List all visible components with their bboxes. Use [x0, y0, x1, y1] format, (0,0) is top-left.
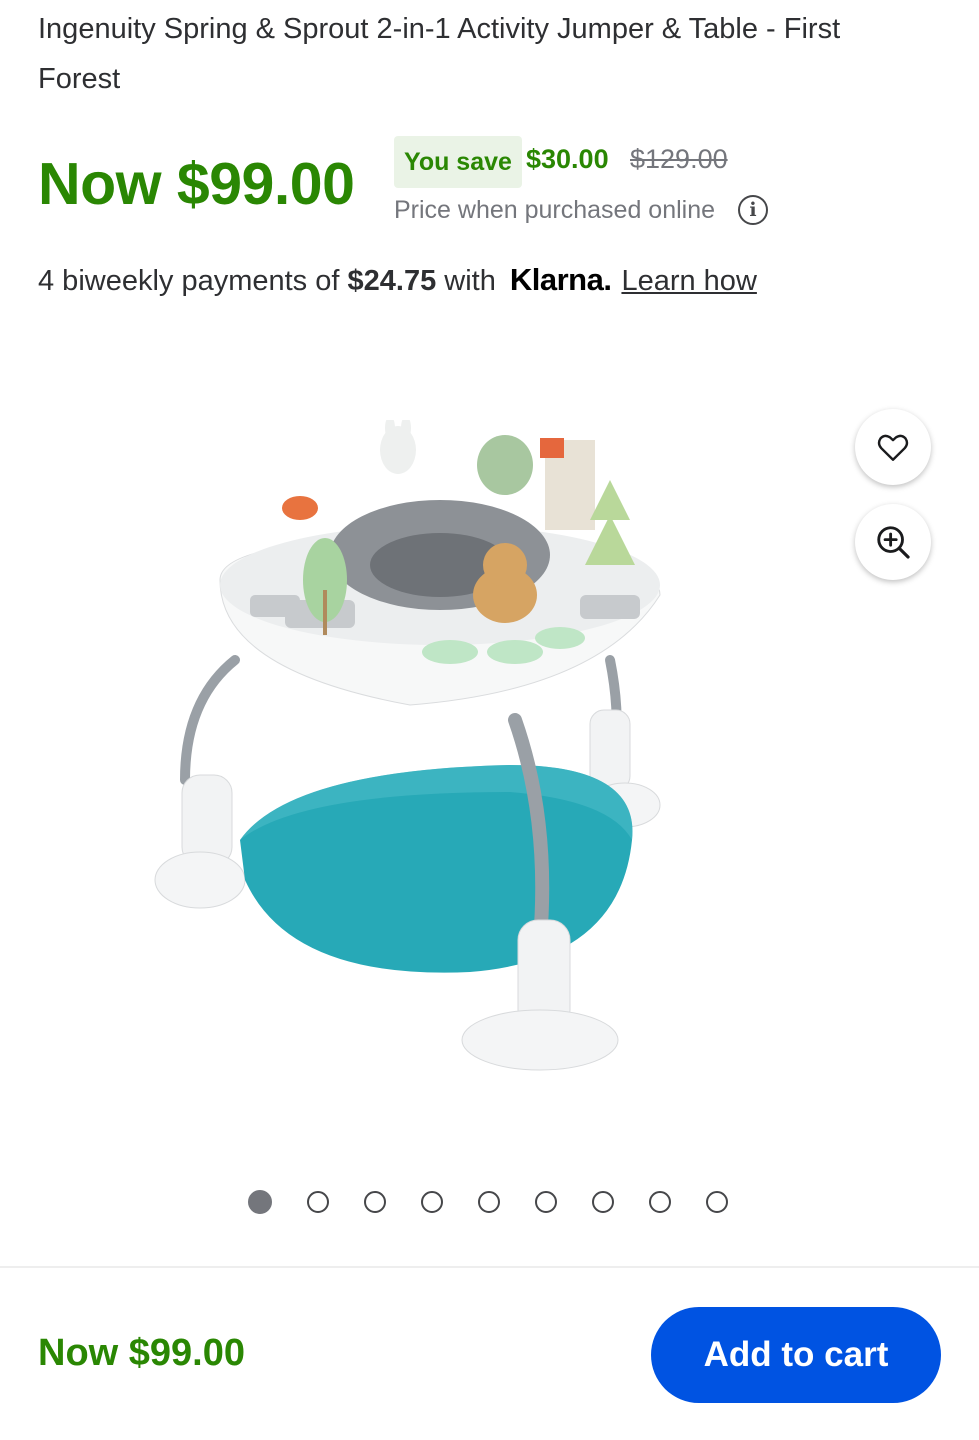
- footer-divider: [0, 1266, 979, 1268]
- footer-price: Now $99.00: [38, 1332, 245, 1374]
- klarna-logo: Klarna.: [509, 262, 612, 297]
- carousel-dot-3[interactable]: [364, 1191, 386, 1213]
- klarna-prefix: 4 biweekly payments of: [38, 265, 340, 297]
- price-note: Price when purchased online: [394, 196, 716, 224]
- favorite-button[interactable]: [855, 409, 931, 485]
- heart-icon: [877, 434, 909, 461]
- info-icon[interactable]: i: [738, 195, 768, 225]
- zoom-button[interactable]: [855, 504, 931, 580]
- add-to-cart-button[interactable]: Add to cart: [651, 1307, 941, 1403]
- product-image[interactable]: [140, 420, 680, 1100]
- was-price: $129.00: [630, 144, 728, 174]
- image-carousel-dots: [248, 1190, 763, 1214]
- you-save-badge: You save: [394, 136, 522, 188]
- carousel-dot-1[interactable]: [248, 1190, 272, 1214]
- klarna-with: with: [444, 265, 496, 297]
- carousel-dot-5[interactable]: [478, 1191, 500, 1213]
- carousel-dot-9[interactable]: [706, 1191, 728, 1213]
- carousel-dot-8[interactable]: [649, 1191, 671, 1213]
- klarna-amount: $24.75: [347, 265, 437, 297]
- zoom-in-icon: [877, 526, 910, 559]
- carousel-dot-7[interactable]: [592, 1191, 614, 1213]
- learn-how-link[interactable]: Learn how: [621, 265, 756, 298]
- carousel-dot-4[interactable]: [421, 1191, 443, 1213]
- klarna-payment-row: 4 biweekly payments of $24.75 with Klarn…: [38, 262, 757, 298]
- current-price: Now $99.00: [38, 151, 355, 217]
- carousel-dot-2[interactable]: [307, 1191, 329, 1213]
- carousel-dot-6[interactable]: [535, 1191, 557, 1213]
- product-title: Ingenuity Spring & Sprout 2-in-1 Activit…: [38, 13, 841, 95]
- save-amount: $30.00: [526, 144, 609, 174]
